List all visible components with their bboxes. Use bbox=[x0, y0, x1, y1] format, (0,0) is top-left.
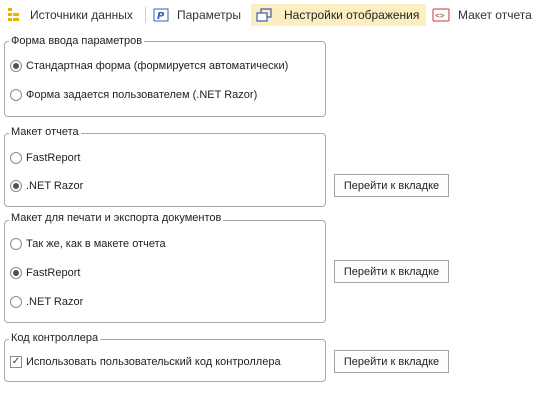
radio-standard-form[interactable]: Стандартная форма (формируется автоматич… bbox=[10, 60, 288, 72]
tab-display-settings[interactable]: Настройки отображения bbox=[251, 4, 426, 26]
tab-label: Макет отчета bbox=[458, 8, 532, 22]
radio-button[interactable] bbox=[10, 180, 22, 192]
radio-label: FastReport bbox=[26, 152, 81, 164]
radio-print-fastreport[interactable]: FastReport bbox=[10, 267, 80, 279]
tab-separator bbox=[145, 7, 146, 23]
parameters-icon: P bbox=[153, 7, 169, 23]
radio-same-as-report[interactable]: Так же, как в макете отчета bbox=[10, 238, 166, 250]
radio-fastreport[interactable]: FastReport bbox=[10, 152, 80, 164]
go-to-tab-button[interactable]: Перейти к вкладке bbox=[334, 260, 449, 283]
go-to-tab-button[interactable]: Перейти к вкладке bbox=[334, 350, 449, 373]
tab-label: Настройки отображения bbox=[284, 8, 420, 22]
tab-data-sources[interactable]: Источники данных bbox=[6, 4, 133, 26]
tab-parameters[interactable]: P Параметры bbox=[153, 4, 241, 26]
radio-label: .NET Razor bbox=[26, 180, 84, 192]
custom-controller-checkbox[interactable]: ✓ Использовать пользовательский код конт… bbox=[10, 356, 281, 368]
group-title: Код контроллера bbox=[9, 332, 101, 345]
report-layout-icon: <> bbox=[432, 7, 450, 23]
radio-label: Стандартная форма (формируется автоматич… bbox=[26, 60, 289, 72]
checkbox[interactable]: ✓ bbox=[10, 356, 22, 368]
group-title: Макет для печати и экспорта документов bbox=[9, 212, 224, 225]
group-title: Макет отчета bbox=[9, 126, 81, 139]
tab-label: Источники данных bbox=[30, 8, 133, 22]
radio-label: .NET Razor bbox=[26, 296, 84, 308]
radio-label: Так же, как в макете отчета bbox=[26, 238, 166, 250]
svg-text:<>: <> bbox=[435, 11, 445, 20]
svg-text:P: P bbox=[157, 11, 165, 22]
tab-report-layout[interactable]: <> Макет отчета bbox=[432, 4, 532, 26]
radio-button[interactable] bbox=[10, 152, 22, 164]
checkbox-label: Использовать пользовательский код контро… bbox=[26, 356, 281, 368]
input-form-group bbox=[4, 41, 326, 117]
radio-label: Форма задается пользователем (.NET Razor… bbox=[26, 89, 258, 101]
radio-button[interactable] bbox=[10, 89, 22, 101]
group-title: Форма ввода параметров bbox=[9, 35, 145, 48]
radio-net-razor[interactable]: .NET Razor bbox=[10, 180, 83, 192]
data-sources-icon bbox=[6, 7, 22, 23]
radio-print-net-razor[interactable]: .NET Razor bbox=[10, 296, 83, 308]
display-settings-icon bbox=[256, 7, 272, 23]
radio-button[interactable] bbox=[10, 267, 22, 279]
radio-user-form[interactable]: Форма задается пользователем (.NET Razor… bbox=[10, 89, 257, 101]
radio-button[interactable] bbox=[10, 238, 22, 250]
radio-button[interactable] bbox=[10, 60, 22, 72]
report-layout-group bbox=[4, 133, 326, 207]
tab-bar: Источники данных P Параметры Настройки о… bbox=[0, 0, 537, 30]
radio-button[interactable] bbox=[10, 296, 22, 308]
tab-label: Параметры bbox=[177, 8, 241, 22]
radio-label: FastReport bbox=[26, 267, 81, 279]
go-to-tab-button[interactable]: Перейти к вкладке bbox=[334, 174, 449, 197]
